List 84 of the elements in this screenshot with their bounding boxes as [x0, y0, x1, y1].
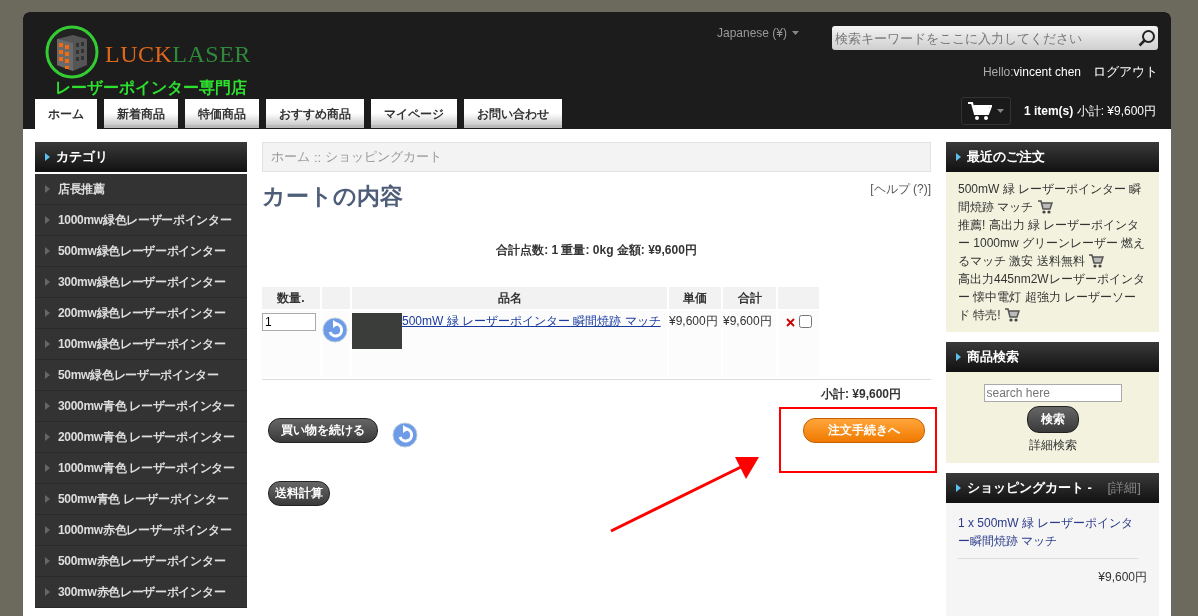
- triangle-icon: [956, 484, 961, 492]
- category-item[interactable]: 50mw緑色レーザーポインター: [35, 360, 247, 391]
- quantity-field[interactable]: 1: [262, 313, 316, 331]
- triangle-icon: [45, 278, 50, 286]
- category-item[interactable]: 300mw緑色レーザーポインター: [35, 267, 247, 298]
- update-icon[interactable]: [322, 317, 348, 343]
- category-item[interactable]: 100mw緑色レーザーポインター: [35, 329, 247, 360]
- category-item[interactable]: 店長推薦: [35, 174, 247, 205]
- triangle-icon: [45, 371, 50, 379]
- nav-tab[interactable]: ホーム: [35, 99, 97, 129]
- product-link[interactable]: 500mW 緑 レーザーポインター 瞬間焼跡 マッチ: [402, 313, 661, 349]
- triangle-icon: [45, 185, 50, 193]
- nav-tab[interactable]: おすすめ商品: [266, 99, 364, 125]
- recent-order-link[interactable]: 500mW 緑 レーザーポインター 瞬間焼跡 マッチ: [958, 180, 1147, 216]
- recent-orders-header: 最近のご注文: [946, 142, 1159, 172]
- language-selector[interactable]: Japanese (¥): [716, 26, 799, 40]
- cart-icon[interactable]: [1088, 252, 1104, 268]
- cart-icon[interactable]: [1004, 306, 1020, 322]
- triangle-icon: [956, 153, 961, 161]
- triangle-icon: [45, 588, 50, 596]
- category-item[interactable]: 500mw青色 レーザーポインター: [35, 484, 247, 515]
- triangle-icon: [45, 153, 50, 161]
- brand-name: LUCKLASER: [105, 40, 251, 68]
- caret-icon[interactable]: [996, 109, 1004, 113]
- category-item[interactable]: 300mw赤色レーザーポインター: [35, 577, 247, 608]
- category-item[interactable]: 3000mw青色 レーザーポインター: [35, 391, 247, 422]
- product-search-header: 商品検索: [946, 342, 1159, 372]
- delete-icon[interactable]: [786, 318, 795, 327]
- nav-tab[interactable]: 特価商品: [185, 99, 259, 125]
- shipping-calculate-button[interactable]: 送料計算: [268, 481, 330, 506]
- triangle-icon: [45, 309, 50, 317]
- search-icon[interactable]: [1138, 29, 1156, 47]
- continue-shopping-button[interactable]: 買い物を続ける: [268, 418, 378, 443]
- recent-order-link[interactable]: 推薦! 高出力 緑 レーザーポインター 1000mw グリーンレーザー 燃えるマッチ 激安 送料無料: [958, 216, 1147, 270]
- cart-item-link[interactable]: 1 x 500mW 緑 レーザーポインター瞬間焼跡 マッチ: [958, 511, 1138, 559]
- triangle-icon: [45, 340, 50, 348]
- triangle-icon: [45, 464, 50, 472]
- details-link[interactable]: [詳細]: [1107, 479, 1141, 497]
- category-item[interactable]: 1000mw青色 レーザーポインター: [35, 453, 247, 484]
- column-header: 合計: [723, 287, 776, 309]
- breadcrumb-separator: ::: [314, 149, 322, 165]
- column-header: 数量.: [262, 287, 320, 309]
- triangle-icon: [956, 353, 961, 361]
- triangle-icon: [45, 495, 50, 503]
- nav-tab[interactable]: マイページ: [371, 99, 457, 125]
- caret-icon[interactable]: [792, 31, 799, 35]
- triangle-icon: [45, 433, 50, 441]
- page-title: カートの内容: [262, 182, 403, 211]
- category-item[interactable]: 1000mw赤色レーザーポインター: [35, 515, 247, 546]
- shopping-cart-header: ショッピングカート - [詳細]: [946, 473, 1159, 503]
- triangle-icon: [45, 402, 50, 410]
- cart-icon[interactable]: [1036, 198, 1053, 214]
- triangle-icon: [45, 247, 50, 255]
- search-field[interactable]: 検索キーワードをここに入力してください: [832, 26, 1158, 50]
- cart-summary[interactable]: 1 item(s) 小計: ¥9,600円: [1023, 102, 1156, 120]
- refresh-icon[interactable]: [392, 422, 418, 448]
- triangle-icon: [45, 216, 50, 224]
- category-item[interactable]: 500mw緑色レーザーポインター: [35, 236, 247, 267]
- nav-tab[interactable]: 新着商品: [104, 99, 178, 125]
- column-header: 品名: [352, 287, 667, 309]
- triangle-icon: [45, 526, 50, 534]
- subtotal-text: 小計: ¥9,600円: [262, 379, 931, 403]
- category-item[interactable]: 1000mw緑色レーザーポインター: [35, 205, 247, 236]
- search-input-field[interactable]: search here: [983, 384, 1122, 402]
- category-item[interactable]: 200mw緑色レーザーポインター: [35, 298, 247, 329]
- cart-icon[interactable]: [967, 101, 992, 121]
- cart-button[interactable]: [960, 97, 1011, 125]
- store-tagline: レーザーポインター専門店: [55, 78, 248, 98]
- category-header: カテゴリ: [35, 142, 247, 172]
- advanced-search-link[interactable]: 詳細検索: [1028, 437, 1077, 454]
- building-logo-icon: [45, 25, 99, 79]
- category-item[interactable]: 500mw赤色レーザーポインター: [35, 546, 247, 577]
- triangle-icon: [45, 557, 50, 565]
- help-link[interactable]: [ヘルプ (?)]: [870, 181, 931, 198]
- column-header: 単価: [669, 287, 721, 309]
- search-button[interactable]: 検索: [1026, 406, 1079, 433]
- nav-tab[interactable]: お問い合わせ: [464, 99, 562, 125]
- category-item[interactable]: 2000mw青色 レーザーポインター: [35, 422, 247, 453]
- remove-checkbox[interactable]: [799, 315, 812, 328]
- logout-link[interactable]: ログアウト: [1093, 63, 1158, 81]
- recent-order-link[interactable]: 高出力445nm2Wレーザーポインター 懐中電灯 超強力 レーザーソード 特売!: [958, 270, 1147, 324]
- cart-totals: 合計点数: 1 重量: 0kg 金額: ¥9,600円: [495, 242, 698, 259]
- cart-total: ¥9,600円: [1097, 569, 1147, 586]
- greeting-text: Hello:vincent chen: [982, 65, 1081, 79]
